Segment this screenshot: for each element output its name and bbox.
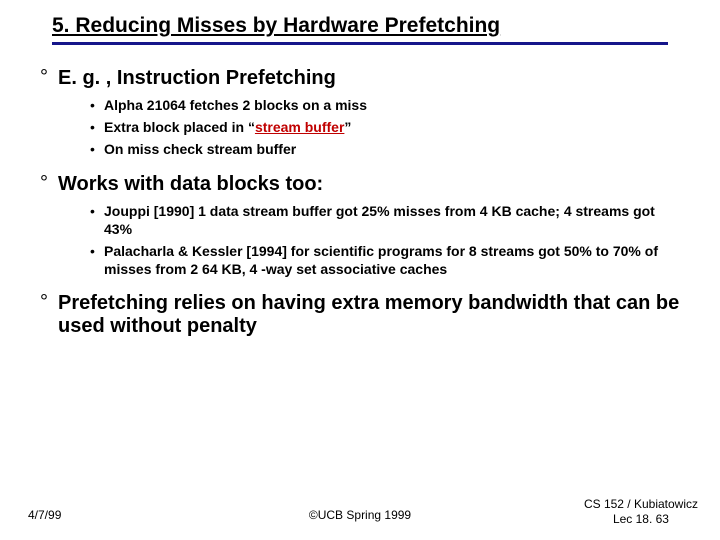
sub-bullet: • Jouppi [1990] 1 data stream buffer got… — [90, 202, 680, 238]
sub-bullet-text: On miss check stream buffer — [104, 140, 296, 158]
bullet-3-text: Prefetching relies on having extra memor… — [58, 292, 680, 338]
bullet-3: ° Prefetching relies on having extra mem… — [40, 292, 680, 338]
bullet-icon: • — [90, 242, 104, 278]
slide-title: 5. Reducing Misses by Hardware Prefetchi… — [52, 14, 720, 38]
slide-body: ° E. g. , Instruction Prefetching • Alph… — [0, 45, 720, 338]
sub-bullet-text: Alpha 21064 fetches 2 blocks on a miss — [104, 96, 367, 114]
bullet-icon: • — [90, 140, 104, 158]
sub-bullet-text: Palacharla & Kessler [1994] for scientif… — [104, 242, 680, 278]
bullet-icon: • — [90, 96, 104, 114]
degree-icon: ° — [40, 292, 58, 338]
bullet-icon: • — [90, 202, 104, 238]
bullet-2: ° Works with data blocks too: — [40, 173, 680, 196]
degree-icon: ° — [40, 173, 58, 196]
sub-bullet: • On miss check stream buffer — [90, 140, 680, 158]
bullet-1-text: E. g. , Instruction Prefetching — [58, 67, 336, 90]
sub-bullet-text: Extra block placed in “stream buffer” — [104, 118, 351, 136]
sub-bullet: • Alpha 21064 fetches 2 blocks on a miss — [90, 96, 680, 114]
bullet-icon: • — [90, 118, 104, 136]
bullet-2-text: Works with data blocks too: — [58, 173, 323, 196]
highlight-term: stream buffer — [255, 119, 344, 135]
bullet-1: ° E. g. , Instruction Prefetching — [40, 67, 680, 90]
footer-course: CS 152 / Kubiatowicz Lec 18. 63 — [584, 497, 698, 526]
sub-bullet: • Palacharla & Kessler [1994] for scient… — [90, 242, 680, 278]
sub-bullet: • Extra block placed in “stream buffer” — [90, 118, 680, 136]
sub-bullet-text: Jouppi [1990] 1 data stream buffer got 2… — [104, 202, 680, 238]
degree-icon: ° — [40, 67, 58, 90]
